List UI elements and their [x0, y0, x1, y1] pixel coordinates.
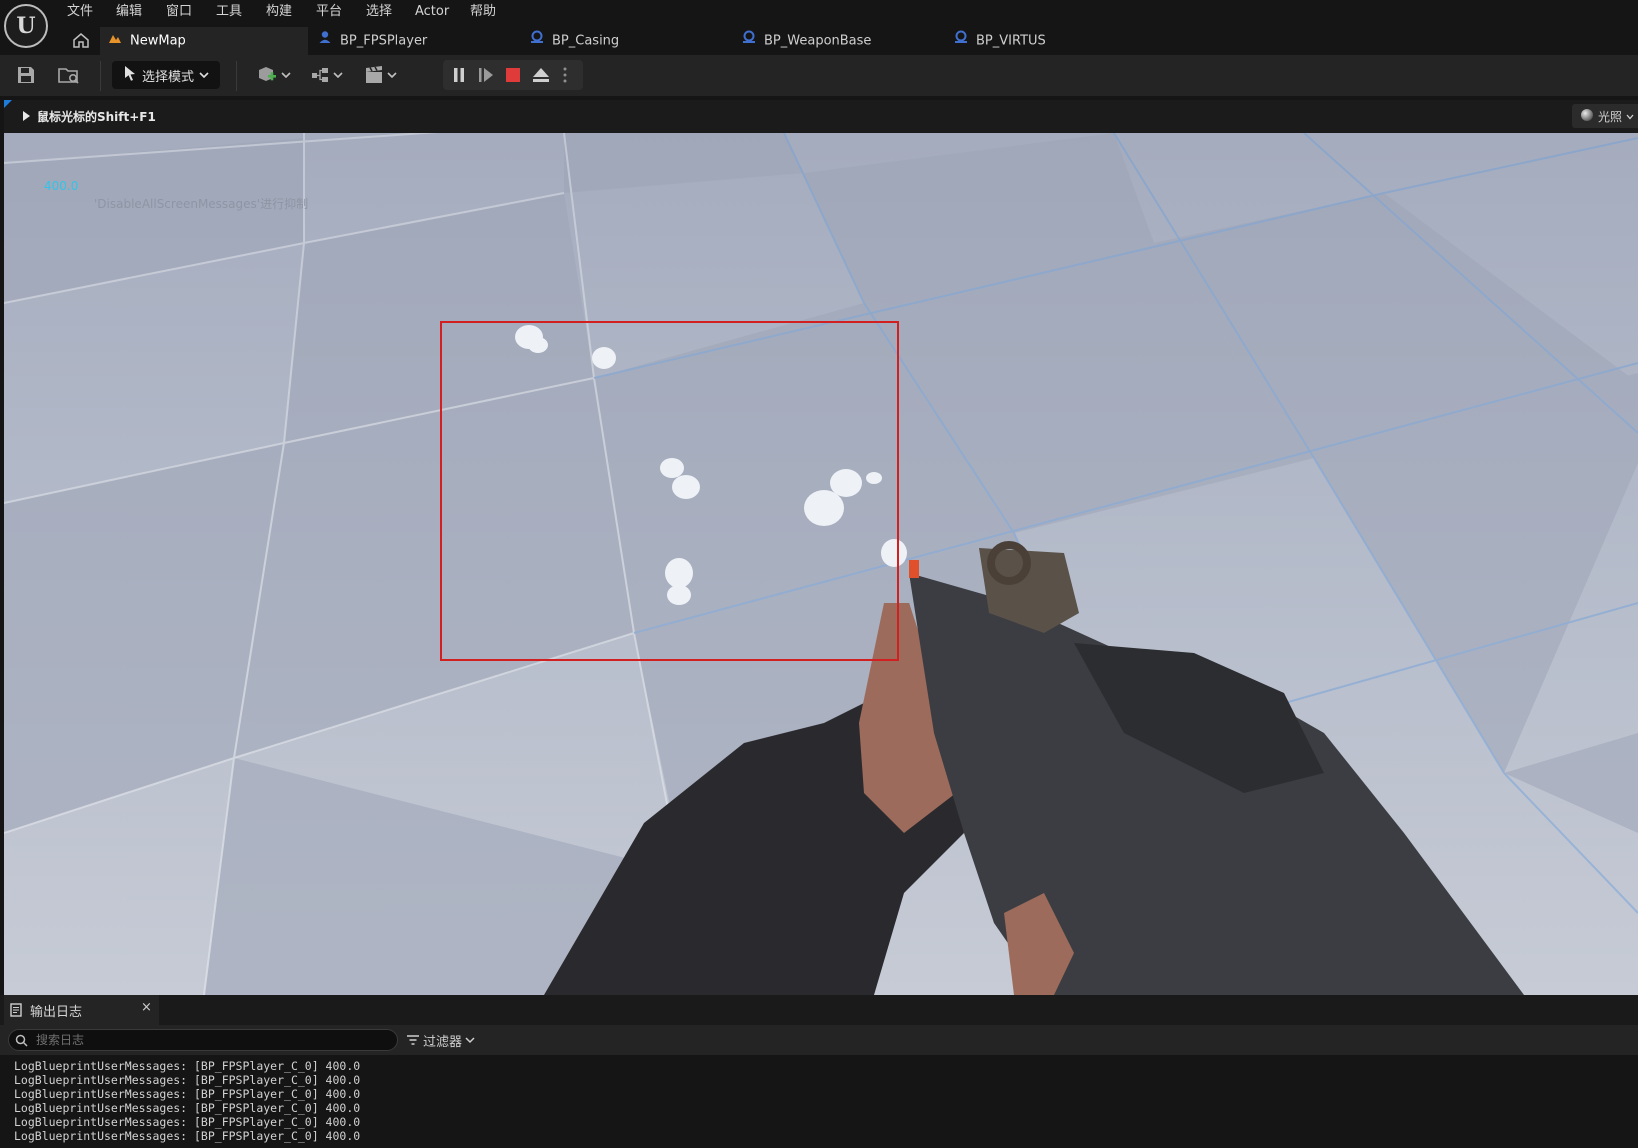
output-log-tab-label: 输出日志	[30, 1004, 83, 1020]
browse-content-icon[interactable]	[56, 62, 82, 88]
tab-label: BP_Casing	[552, 33, 620, 49]
home-icon[interactable]	[70, 30, 92, 50]
level-icon	[108, 27, 122, 55]
blueprint-actor-icon	[742, 27, 756, 55]
tab-label: BP_WeaponBase	[764, 33, 872, 49]
output-log-content[interactable]: LogBlueprintUserMessages: [BP_FPSPlayer_…	[0, 1055, 1638, 1148]
filter-label: 过滤器	[423, 1034, 463, 1050]
eject-icon[interactable]	[529, 62, 553, 88]
unreal-logo-icon[interactable]: U	[4, 4, 48, 48]
tab-label: BP_VIRTUS	[976, 33, 1046, 49]
toolbar-separator	[100, 61, 101, 91]
viewport-toolbar: 鼠标光标的Shift+F1 光照	[4, 100, 1638, 133]
main-toolbar: 选择模式	[0, 55, 1638, 96]
menu-actor[interactable]: Actor	[415, 2, 449, 22]
blueprint-menu-icon[interactable]	[308, 62, 348, 88]
tab-label: NewMap	[130, 33, 186, 49]
log-line: LogBlueprintUserMessages: [BP_FPSPlayer_…	[14, 1059, 361, 1073]
close-icon[interactable]: ×	[141, 1000, 152, 1015]
search-icon	[15, 1034, 28, 1047]
tab-newmap[interactable]: NewMap	[100, 27, 308, 55]
screen-message-suppress-hint: 'DisableAllScreenMessages'进行抑制	[94, 197, 309, 211]
log-search-input[interactable]	[34, 1032, 378, 1048]
stop-icon[interactable]	[501, 62, 525, 88]
lighting-sphere-icon	[1580, 108, 1594, 125]
step-frame-icon[interactable]	[474, 62, 498, 88]
menu-build[interactable]: 构建	[266, 2, 292, 22]
save-icon[interactable]	[14, 62, 38, 88]
cinematics-icon[interactable]	[362, 62, 402, 88]
tab-bp-weaponbase[interactable]: BP_WeaponBase	[742, 27, 942, 55]
tab-bp-fpsplayer[interactable]: BP_FPSPlayer	[318, 27, 518, 55]
blueprint-actor-icon	[530, 27, 544, 55]
chevron-down-icon	[465, 1036, 475, 1044]
menu-window[interactable]: 窗口	[166, 2, 192, 22]
log-line: LogBlueprintUserMessages: [BP_FPSPlayer_…	[14, 1087, 361, 1101]
level-viewport[interactable]: 400.0 'DisableAllScreenMessages'进行抑制	[4, 133, 1638, 995]
pause-icon[interactable]	[447, 62, 471, 88]
play-arrow-icon	[22, 110, 31, 125]
lighting-label: 光照	[1598, 109, 1623, 124]
log-line: LogBlueprintUserMessages: [BP_FPSPlayer_…	[14, 1073, 361, 1087]
screen-message-value: 400.0	[44, 179, 79, 193]
log-line: LogBlueprintUserMessages: [BP_FPSPlayer_…	[14, 1101, 361, 1115]
menu-edit[interactable]: 编辑	[116, 2, 142, 22]
menu-file[interactable]: 文件	[67, 2, 93, 22]
filter-icon	[406, 1034, 420, 1046]
blueprint-pawn-icon	[318, 27, 332, 55]
selection-highlight-box	[440, 321, 899, 661]
chevron-down-icon	[199, 68, 209, 83]
blueprint-actor-icon	[954, 27, 968, 55]
play-controls	[443, 60, 583, 90]
log-line: LogBlueprintUserMessages: [BP_FPSPlayer_…	[14, 1115, 361, 1129]
viewport-hint: 鼠标光标的Shift+F1	[22, 108, 156, 125]
menu-help[interactable]: 帮助	[470, 2, 496, 22]
tab-bp-virtus[interactable]: BP_VIRTUS	[954, 27, 1154, 55]
menu-tools[interactable]: 工具	[216, 2, 242, 22]
output-log-tabbar: 输出日志 ×	[0, 995, 1638, 1025]
viewport-focus-corner	[4, 100, 12, 108]
menu-platform[interactable]: 平台	[316, 2, 342, 22]
filter-button[interactable]: 过滤器	[406, 1029, 475, 1051]
tab-bp-casing[interactable]: BP_Casing	[530, 27, 730, 55]
tab-label: BP_FPSPlayer	[340, 33, 428, 49]
select-mode-label: 选择模式	[141, 69, 194, 85]
output-log-icon	[10, 1003, 22, 1017]
chevron-down-icon	[1626, 109, 1634, 123]
output-log-toolbar: 过滤器	[0, 1025, 1638, 1055]
menu-select[interactable]: 选择	[366, 2, 392, 22]
lighting-mode-button[interactable]: 光照	[1572, 104, 1638, 128]
toolbar-separator	[236, 61, 237, 91]
add-actor-icon[interactable]	[254, 62, 294, 88]
more-options-icon[interactable]	[555, 62, 575, 88]
log-line: LogBlueprintUserMessages: [BP_FPSPlayer_…	[14, 1129, 361, 1143]
cursor-mode-icon	[123, 65, 137, 85]
title-bar: U 文件 编辑 窗口 工具 构建 平台 选择 Actor 帮助 NewMap B…	[0, 0, 1638, 55]
tab-output-log[interactable]: 输出日志 ×	[4, 995, 159, 1025]
select-mode-button[interactable]: 选择模式	[112, 61, 220, 89]
viewport-hint-text: 鼠标光标的Shift+F1	[37, 110, 156, 124]
log-search-box	[8, 1029, 398, 1051]
